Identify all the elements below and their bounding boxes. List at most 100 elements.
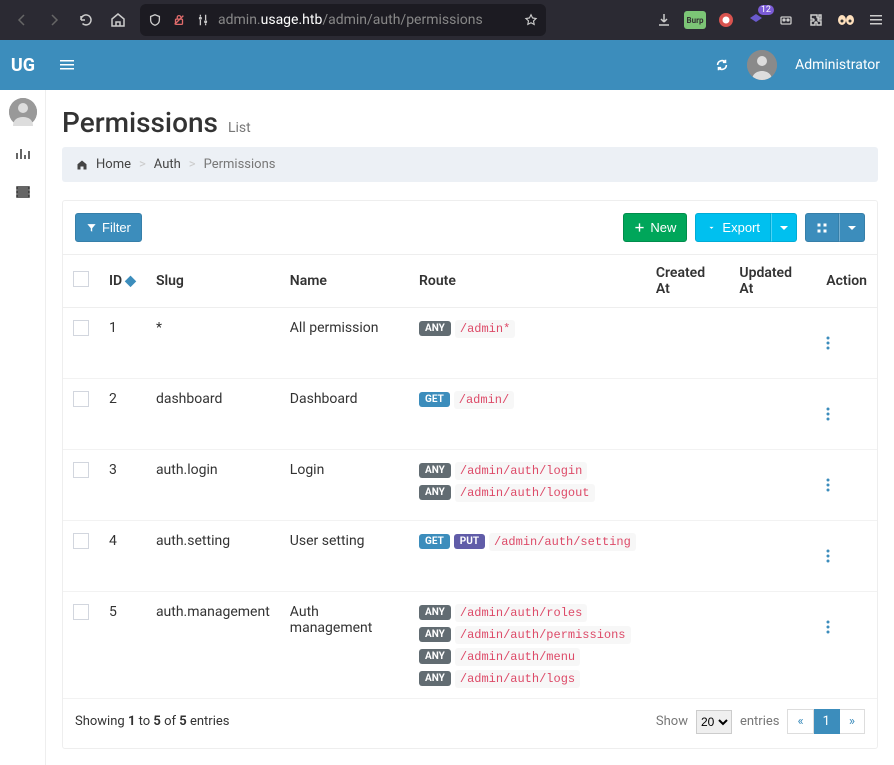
user-name[interactable]: Administrator	[795, 57, 880, 73]
cell-updated	[729, 450, 816, 521]
row-actions-button[interactable]	[826, 604, 867, 650]
home-icon[interactable]	[104, 6, 132, 34]
cell-id: 5	[99, 592, 146, 699]
view-button-group	[805, 213, 865, 242]
select-all-checkbox[interactable]	[73, 271, 89, 287]
app-header: UG Administrator	[0, 40, 894, 90]
route-line: GETPUT/admin/auth/setting	[419, 533, 636, 549]
breadcrumb: Home > Auth > Permissions	[62, 147, 878, 182]
cell-route: ANY/admin*	[409, 308, 646, 379]
cell-created	[646, 450, 730, 521]
reload-icon[interactable]	[72, 6, 100, 34]
method-badge: GET	[419, 534, 450, 549]
method-badge: GET	[419, 392, 450, 407]
table-footer: Showing 1 to 5 of 5 entries Show 20 entr…	[63, 699, 877, 748]
method-badge: ANY	[419, 649, 451, 664]
sidebar-dashboard-icon[interactable]	[13, 144, 33, 164]
user-avatar[interactable]	[747, 50, 777, 80]
export-button-group: Export	[695, 213, 797, 242]
sidebar-avatar[interactable]	[9, 98, 37, 126]
route-line: ANY/admin/auth/logs	[419, 670, 636, 686]
download-icon[interactable]	[654, 10, 674, 30]
method-badge: ANY	[419, 627, 451, 642]
row-checkbox[interactable]	[73, 391, 89, 407]
breadcrumb-home-icon	[76, 159, 88, 171]
cell-route: GETPUT/admin/auth/setting	[409, 521, 646, 592]
cell-name: All permission	[280, 308, 409, 379]
method-badge: ANY	[419, 605, 451, 620]
nav-back-icon[interactable]	[8, 6, 36, 34]
table-row: 3 auth.login Login ANY/admin/auth/loginA…	[63, 450, 877, 521]
route-line: ANY/admin/auth/roles	[419, 604, 636, 620]
shield-icon[interactable]	[146, 6, 164, 34]
extension-icon[interactable]: 12	[746, 10, 766, 30]
row-checkbox[interactable]	[73, 320, 89, 336]
extensions-puzzle-icon[interactable]	[806, 10, 826, 30]
new-button[interactable]: New	[623, 213, 687, 242]
row-actions-button[interactable]	[826, 320, 867, 366]
row-checkbox[interactable]	[73, 604, 89, 620]
breadcrumb-current: Permissions	[204, 157, 276, 172]
app-menu-icon[interactable]	[866, 10, 886, 30]
bookmark-star-icon[interactable]	[522, 6, 540, 34]
route-line: ANY/admin/auth/menu	[419, 648, 636, 664]
cell-id: 2	[99, 379, 146, 450]
page-current[interactable]: 1	[814, 709, 840, 734]
entries-select[interactable]: 20	[696, 710, 732, 734]
row-actions-button[interactable]	[826, 462, 867, 508]
cell-name: User setting	[280, 521, 409, 592]
row-checkbox[interactable]	[73, 462, 89, 478]
grid-view-button[interactable]	[805, 213, 839, 242]
extension-robot-icon[interactable]	[776, 10, 796, 30]
method-badge: ANY	[419, 321, 451, 336]
sidebar-toggle-icon[interactable]	[46, 58, 88, 72]
route-path: /admin/auth/menu	[455, 648, 580, 666]
col-id[interactable]: ID◆	[99, 255, 146, 308]
app-logo[interactable]: UG	[0, 55, 46, 76]
page-title: Permissions List	[62, 106, 878, 139]
col-updated[interactable]: Updated At	[729, 255, 816, 308]
route-path: /admin/auth/login	[455, 462, 587, 480]
route-line: ANY/admin/auth/login	[419, 462, 636, 478]
route-path: /admin*	[455, 320, 515, 338]
row-actions-button[interactable]	[826, 391, 867, 437]
export-button[interactable]: Export	[695, 213, 771, 242]
row-actions-button[interactable]	[826, 533, 867, 579]
sort-icon: ◆	[125, 273, 136, 289]
cell-slug: auth.login	[146, 450, 280, 521]
refresh-icon[interactable]	[715, 58, 729, 72]
col-name[interactable]: Name	[280, 255, 409, 308]
new-button-label: New	[650, 220, 676, 235]
method-badge: ANY	[419, 463, 451, 478]
url-bar[interactable]: admin.usage.htb/admin/auth/permissions	[140, 4, 546, 36]
show-label: Show	[656, 714, 688, 729]
cell-slug: *	[146, 308, 280, 379]
page-subtitle: List	[228, 120, 251, 136]
burp-extension-icon[interactable]: Burp	[684, 11, 706, 29]
page-prev[interactable]: «	[787, 709, 813, 734]
nav-forward-icon[interactable]	[40, 6, 68, 34]
export-dropdown-button[interactable]	[771, 213, 797, 242]
cell-name: Dashboard	[280, 379, 409, 450]
lock-insecure-icon[interactable]	[170, 6, 188, 34]
breadcrumb-home[interactable]: Home	[96, 157, 131, 172]
col-created[interactable]: Created At	[646, 255, 730, 308]
col-route[interactable]: Route	[409, 255, 646, 308]
route-line: ANY/admin/auth/permissions	[419, 626, 636, 642]
cell-route: ANY/admin/auth/rolesANY/admin/auth/permi…	[409, 592, 646, 699]
view-dropdown-button[interactable]	[839, 213, 865, 242]
breadcrumb-auth[interactable]: Auth	[154, 157, 181, 172]
permissions-icon[interactable]	[194, 6, 212, 34]
extension-badge: 12	[758, 5, 774, 15]
ublock-extension-icon[interactable]	[716, 10, 736, 30]
cell-created	[646, 379, 730, 450]
extension-eyes-icon[interactable]	[836, 10, 856, 30]
cell-slug: dashboard	[146, 379, 280, 450]
route-path: /admin/auth/permissions	[455, 626, 631, 644]
col-slug[interactable]: Slug	[146, 255, 280, 308]
filter-button[interactable]: Filter	[75, 213, 142, 242]
sidebar-admin-icon[interactable]	[13, 182, 33, 202]
page-next[interactable]: »	[840, 709, 865, 734]
row-checkbox[interactable]	[73, 533, 89, 549]
cell-created	[646, 521, 730, 592]
